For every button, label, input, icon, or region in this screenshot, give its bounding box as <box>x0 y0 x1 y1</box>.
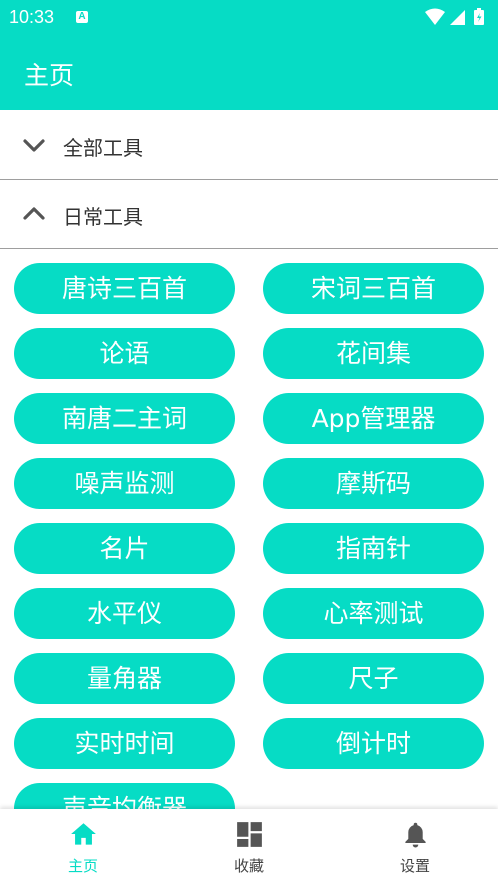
chevron-down-icon <box>23 139 45 152</box>
section-all-tools[interactable]: 全部工具 <box>0 111 498 180</box>
chevron-up-icon <box>23 207 45 220</box>
tool-button[interactable]: 声音均衡器 <box>14 783 235 809</box>
battery-icon <box>474 8 484 25</box>
tool-button[interactable]: 摩斯码 <box>263 458 484 509</box>
tool-button[interactable]: 唐诗三百首 <box>14 263 235 314</box>
nav-home[interactable]: 主页 <box>0 809 166 885</box>
nav-settings[interactable]: 设置 <box>332 809 498 885</box>
tool-button[interactable]: 水平仪 <box>14 588 235 639</box>
tool-button[interactable]: 花间集 <box>263 328 484 379</box>
nav-label: 主页 <box>67 857 98 875</box>
tool-button[interactable]: 名片 <box>14 523 235 574</box>
status-icons <box>425 8 484 25</box>
nav-label: 收藏 <box>233 857 264 875</box>
bell-icon <box>405 822 426 848</box>
nav-favorites[interactable]: 收藏 <box>166 809 332 885</box>
section-label: 日常工具 <box>63 205 143 229</box>
tool-grid: 唐诗三百首 宋词三百首 论语 花间集 南唐二主词 App管理器 噪声监测 摩斯码… <box>0 249 498 809</box>
tool-button[interactable]: 倒计时 <box>263 718 484 769</box>
status-bar: 10:33 A <box>0 0 498 36</box>
tool-button[interactable]: 量角器 <box>14 653 235 704</box>
tool-button[interactable]: 指南针 <box>263 523 484 574</box>
tool-button[interactable]: 实时时间 <box>14 718 235 769</box>
status-time: 10:33 <box>9 7 55 27</box>
home-icon <box>71 823 96 845</box>
dashboard-icon <box>237 822 262 847</box>
notification-icon: A <box>76 11 88 23</box>
tool-button[interactable]: App管理器 <box>263 393 484 444</box>
section-label: 全部工具 <box>63 136 143 160</box>
app-bar: 主页 <box>0 36 498 110</box>
tool-button[interactable]: 南唐二主词 <box>14 393 235 444</box>
tool-button[interactable]: 论语 <box>14 328 235 379</box>
bottom-nav: 主页 收藏 设置 <box>0 809 498 885</box>
signal-icon <box>450 10 465 25</box>
tool-button[interactable]: 宋词三百首 <box>263 263 484 314</box>
nav-label: 设置 <box>399 857 430 875</box>
section-daily-tools[interactable]: 日常工具 <box>0 180 498 249</box>
tool-button[interactable]: 噪声监测 <box>14 458 235 509</box>
wifi-icon <box>425 8 445 25</box>
tool-button[interactable]: 尺子 <box>263 653 484 704</box>
page-title: 主页 <box>24 61 75 90</box>
tool-button[interactable]: 心率测试 <box>263 588 484 639</box>
